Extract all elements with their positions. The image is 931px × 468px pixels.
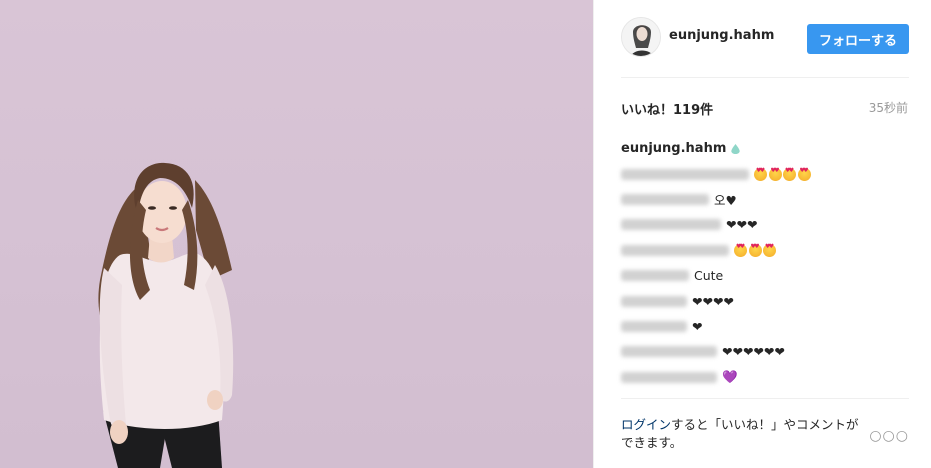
heart-eyes-emoji-icon xyxy=(748,243,762,257)
comment-row: 💜 xyxy=(621,365,911,390)
avatar-image xyxy=(622,18,660,56)
comment-text: ❤❤❤❤❤❤ xyxy=(722,344,785,360)
comment-username-blurred[interactable] xyxy=(621,219,721,231)
comments-list: eunjung.hahm 오♥❤❤❤Cute❤❤❤❤❤❤❤❤❤❤❤💜 xyxy=(621,136,911,390)
comment-text: 💜 xyxy=(722,369,738,385)
comment-username-blurred[interactable] xyxy=(621,168,749,180)
comment-text: 오♥ xyxy=(714,192,737,208)
water-drop-icon xyxy=(731,143,741,154)
comment-text: Cute xyxy=(694,268,724,284)
footer-divider xyxy=(621,398,909,399)
caption-username[interactable]: eunjung.hahm xyxy=(621,141,726,156)
caption-row: eunjung.hahm xyxy=(621,136,911,161)
post-photo[interactable] xyxy=(0,0,593,468)
comment-username-blurred[interactable] xyxy=(621,371,717,383)
more-options-icon[interactable]: ○○○ xyxy=(869,428,909,444)
comment-row: ❤ xyxy=(621,314,911,339)
post-header: eunjung.hahm フォローする xyxy=(594,0,931,78)
login-link[interactable]: ログイン xyxy=(621,417,671,432)
comment-username-blurred[interactable] xyxy=(621,244,729,256)
post-timestamp[interactable]: 35秒前 xyxy=(869,99,908,116)
comment-row xyxy=(621,238,911,263)
comment-row: ❤❤❤ xyxy=(621,212,911,237)
follow-button[interactable]: フォローする xyxy=(807,24,909,54)
heart-eyes-emoji-icon xyxy=(783,167,796,181)
comment-username-blurred[interactable] xyxy=(621,320,687,332)
comment-row: 오♥ xyxy=(621,187,911,212)
comment-username-blurred[interactable] xyxy=(621,295,687,307)
post-sidebar: eunjung.hahm フォローする いいね！119件 35秒前 eunjun… xyxy=(593,0,931,468)
heart-eyes-emoji-icon xyxy=(734,243,747,257)
comment-row: ❤❤❤❤ xyxy=(621,288,911,313)
likes-count[interactable]: いいね！119件 xyxy=(621,99,713,118)
comment-username-blurred[interactable] xyxy=(621,193,709,205)
heart-eyes-emoji-icon xyxy=(763,243,776,257)
heart-eyes-emoji-icon xyxy=(768,167,782,181)
comment-username-blurred[interactable] xyxy=(621,270,689,282)
comment-text: ❤❤❤ xyxy=(726,217,758,233)
heart-eyes-emoji-icon xyxy=(754,167,767,181)
avatar[interactable] xyxy=(621,17,661,57)
post-username[interactable]: eunjung.hahm xyxy=(669,28,774,43)
login-prompt: ログインすると「いいね！」やコメントができます。 xyxy=(621,416,871,452)
comment-row xyxy=(621,161,911,186)
photo-illustration xyxy=(98,162,234,468)
header-divider xyxy=(621,77,909,78)
comment-text: ❤ xyxy=(692,318,703,334)
comment-text: ❤❤❤❤ xyxy=(692,293,734,309)
comment-row: ❤❤❤❤❤❤ xyxy=(621,339,911,364)
comment-row: Cute xyxy=(621,263,911,288)
comment-username-blurred[interactable] xyxy=(621,346,717,358)
heart-eyes-emoji-icon xyxy=(797,167,811,181)
